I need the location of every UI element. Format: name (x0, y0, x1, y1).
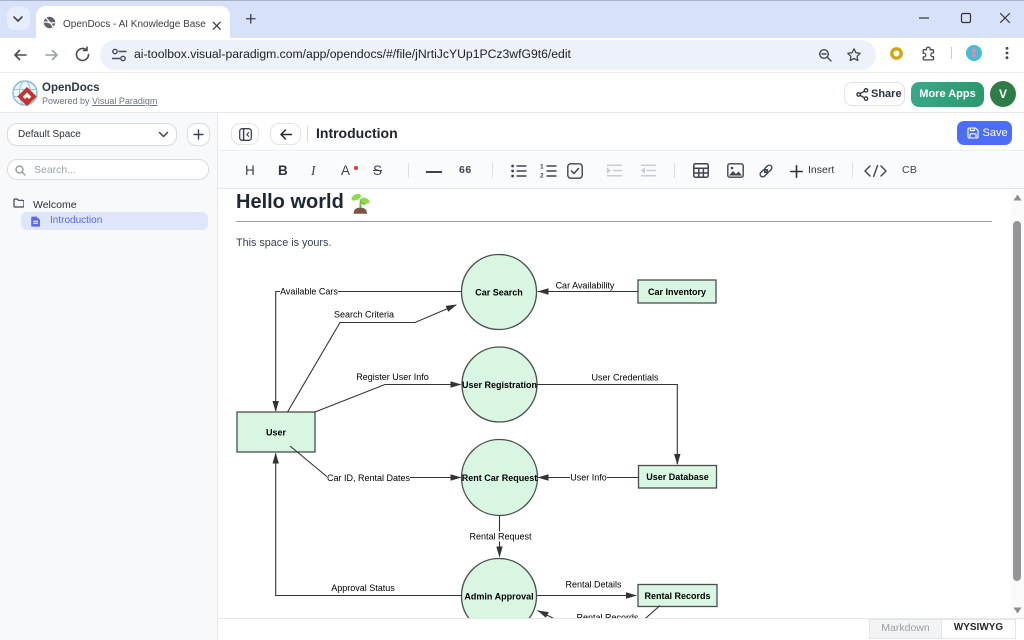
svg-text:2: 2 (540, 173, 544, 179)
svg-text:1: 1 (540, 164, 544, 171)
svg-text:User Database: User Database (646, 472, 709, 482)
svg-text:Car Inventory: Car Inventory (648, 287, 706, 297)
svg-text:User Registration: User Registration (462, 380, 537, 390)
svg-text:User Credentials: User Credentials (591, 373, 659, 383)
svg-text:User: User (266, 428, 287, 438)
svg-text:Search Criteria: Search Criteria (334, 310, 394, 320)
svg-text:Admin Approval: Admin Approval (464, 592, 533, 602)
svg-text:Car ID, Rental Dates: Car ID, Rental Dates (327, 473, 411, 483)
svg-text:Car Availability: Car Availability (556, 281, 615, 291)
svg-text:Approval Status: Approval Status (331, 583, 395, 593)
svg-text:User Info: User Info (570, 473, 607, 483)
svg-text:Car Search: Car Search (475, 288, 523, 298)
svg-text:Rental Records: Rental Records (644, 591, 710, 601)
svg-text:Available Cars: Available Cars (280, 287, 338, 297)
svg-text:Register User Info: Register User Info (356, 372, 429, 382)
svg-text:Rental Request: Rental Request (469, 532, 532, 542)
svg-text:Rental Details: Rental Details (565, 580, 622, 590)
svg-text:Rent Car Request: Rent Car Request (462, 473, 538, 483)
